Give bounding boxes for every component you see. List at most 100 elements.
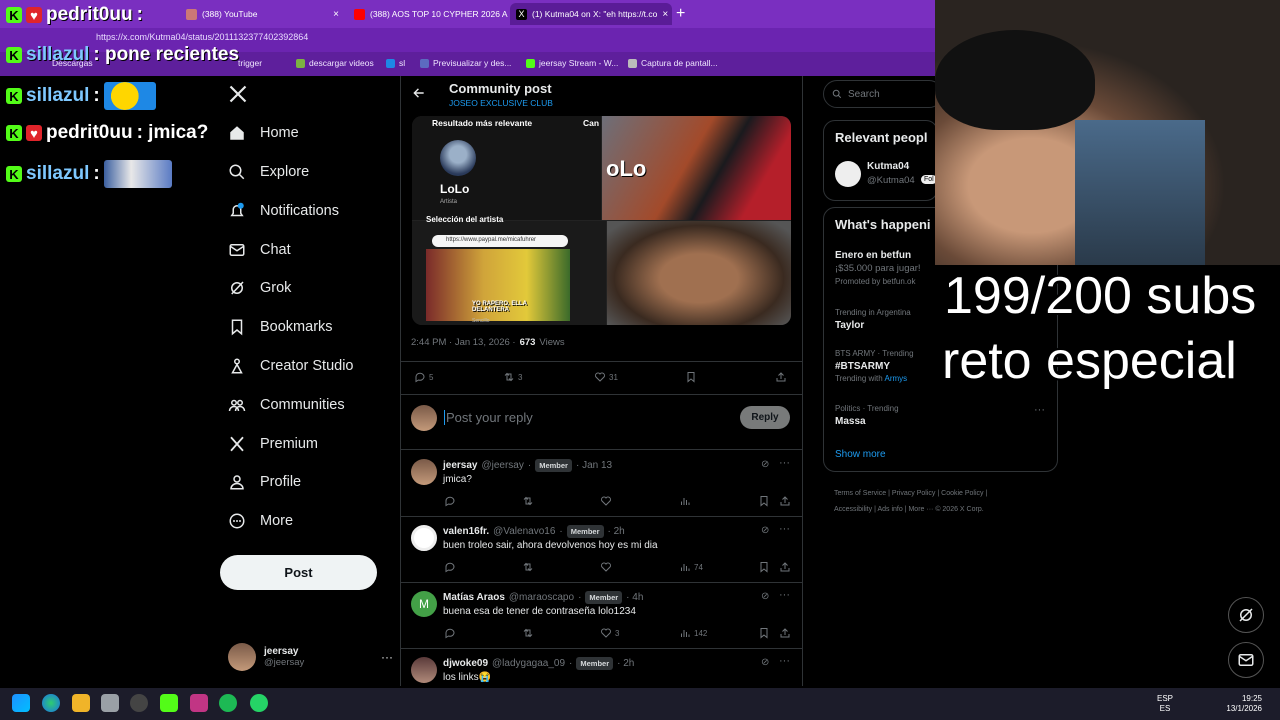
media-spotify-search[interactable]: Resultado más relevante Can LoLo Artista: [412, 116, 601, 220]
language-indicator[interactable]: ESP ES: [1157, 694, 1173, 714]
bookmark-trigger[interactable]: trigger: [238, 58, 262, 68]
post-button[interactable]: Post: [220, 555, 377, 590]
views-action-button[interactable]: [679, 495, 691, 507]
nav-creator-studio[interactable]: Creator Studio: [228, 357, 354, 375]
heart-action-button[interactable]: 3: [600, 627, 619, 639]
url-field[interactable]: https://x.com/Kutma04/status/20111323774…: [96, 32, 308, 42]
search-icon: [229, 164, 245, 180]
account-switcher[interactable]: jeersay @jeersay ···: [228, 641, 393, 673]
post-media-grid[interactable]: Resultado más relevante Can LoLo Artista…: [412, 116, 791, 325]
show-more-link[interactable]: Show more: [835, 449, 886, 460]
tab-kutma04-x[interactable]: X (1) Kutma04 on X: "eh https://t.co ×: [510, 3, 672, 25]
media-fursuit-photo[interactable]: oLo: [602, 116, 791, 220]
relevant-people-card: Relevant peopl Kutma04 @Kutma04 Fol: [823, 120, 938, 201]
footer-links: Terms of Service | Privacy Policy | Cook…: [834, 490, 988, 513]
nav-grok[interactable]: Grok: [228, 279, 291, 297]
repost-action-button[interactable]: [522, 495, 534, 507]
nav-bookmarks[interactable]: Bookmarks: [228, 318, 333, 336]
reply-icon: [445, 562, 455, 573]
reply-icon: [445, 496, 455, 507]
trend-item[interactable]: Trending in Argentina Taylor: [835, 308, 911, 331]
trend-item[interactable]: Politics · Trending Massa: [835, 404, 899, 427]
heart-action-button[interactable]: [600, 561, 612, 573]
reply-icon: [415, 372, 425, 383]
kick-icon[interactable]: [160, 694, 178, 712]
reply-action-button[interactable]: [444, 561, 456, 573]
more-dots-icon[interactable]: ···: [381, 650, 393, 664]
share-button[interactable]: [775, 371, 787, 383]
new-tab-button[interactable]: +: [676, 5, 685, 23]
nav-chat[interactable]: Chat: [228, 241, 291, 259]
heart-action-button[interactable]: [600, 495, 612, 507]
edge-icon[interactable]: [42, 694, 60, 712]
more-dots-icon[interactable]: ···: [1034, 404, 1045, 416]
close-tab-icon[interactable]: ×: [333, 9, 339, 20]
nav-profile[interactable]: Profile: [228, 473, 301, 491]
grok-icon[interactable]: ⊘: [761, 459, 769, 470]
trend-item[interactable]: Enero en betfun ¡$35.000 para jugar! Pro…: [835, 250, 921, 286]
share-action-button[interactable]: [779, 561, 791, 573]
bookmark-previsualizar[interactable]: Previsualizar y des...: [420, 58, 511, 68]
nav-home[interactable]: Home: [228, 124, 299, 142]
spotify-icon[interactable]: [219, 694, 237, 712]
reply-count-button[interactable]: 5: [414, 371, 433, 383]
bookmark-captura[interactable]: Captura de pantall...: [628, 58, 718, 68]
whatsapp-icon[interactable]: [250, 694, 268, 712]
envelope-icon: [229, 244, 245, 256]
reply-action-button[interactable]: [444, 627, 456, 639]
more-dots-icon[interactable]: ···: [779, 655, 790, 667]
nav-communities[interactable]: Communities: [228, 396, 345, 414]
reply-button[interactable]: Reply: [740, 406, 790, 429]
grok-icon[interactable]: ⊘: [761, 657, 769, 668]
bookmark-action-button[interactable]: [758, 561, 770, 573]
obs-icon[interactable]: [130, 694, 148, 712]
windows-start-icon[interactable]: [12, 694, 30, 712]
grok-icon[interactable]: ⊘: [761, 525, 769, 536]
repost-action-button[interactable]: [522, 627, 534, 639]
x-logo-icon[interactable]: [228, 84, 248, 104]
share-action-button[interactable]: [779, 627, 791, 639]
messages-float-button[interactable]: [1228, 642, 1264, 678]
media-face-photo[interactable]: [607, 221, 791, 325]
repost-action-button[interactable]: [522, 561, 534, 573]
media-paypal-screenshot[interactable]: Selección del artista https://www.paypal…: [412, 215, 606, 325]
more-dots-icon[interactable]: ···: [779, 457, 790, 469]
bookmark-descargar-videos[interactable]: descargar videos: [296, 58, 374, 68]
search-input[interactable]: Search: [823, 80, 943, 108]
more-dots-icon[interactable]: ···: [779, 523, 790, 535]
views-action-button[interactable]: 142: [679, 627, 707, 639]
youtube-favicon-icon: [186, 8, 197, 20]
repost-count-button[interactable]: 3: [503, 371, 522, 383]
community-link[interactable]: JOSEO EXCLUSIVE CLUB: [449, 98, 553, 108]
heart-icon: [601, 628, 611, 638]
bookmark-sl[interactable]: sl: [386, 58, 405, 68]
bandana-shape: [935, 30, 1095, 130]
like-count-button[interactable]: 31: [594, 371, 618, 383]
grok-float-button[interactable]: [1228, 597, 1264, 633]
bookmark-button[interactable]: [685, 371, 697, 383]
back-arrow-icon[interactable]: [412, 86, 426, 100]
nav-explore[interactable]: Explore: [228, 163, 309, 181]
grok-icon[interactable]: ⊘: [761, 591, 769, 602]
tab-aos-cypher[interactable]: (388) AOS TOP 10 CYPHER 2026 A ×: [348, 3, 508, 25]
nav-more[interactable]: More: [228, 512, 293, 530]
share-icon: [776, 372, 786, 382]
bookmark-action-button[interactable]: [758, 495, 770, 507]
nav-premium[interactable]: Premium: [228, 435, 318, 453]
app-icon[interactable]: [190, 694, 208, 712]
views-action-button[interactable]: 74: [679, 561, 703, 573]
bookmark-jeersay-stream[interactable]: jeersay Stream - W...: [526, 58, 618, 68]
app-icon[interactable]: [101, 694, 119, 712]
more-dots-icon[interactable]: ···: [779, 589, 790, 601]
share-action-button[interactable]: [779, 495, 791, 507]
close-tab-icon[interactable]: ×: [662, 9, 668, 20]
reply-input[interactable]: Post your reply: [444, 410, 724, 425]
trend-item[interactable]: BTS ARMY · Trending #BTSARMY Trending wi…: [835, 349, 914, 383]
reply-action-button[interactable]: [444, 495, 456, 507]
bookmark-action-button[interactable]: [758, 627, 770, 639]
clock[interactable]: 19:25 13/1/2026: [1222, 694, 1262, 714]
file-explorer-icon[interactable]: [72, 694, 90, 712]
chat-message: K ♥ pedrit0uu : jmica?: [6, 122, 208, 144]
tab-youtube[interactable]: (388) YouTube ×: [180, 3, 345, 25]
nav-notifications[interactable]: Notifications: [228, 202, 339, 220]
